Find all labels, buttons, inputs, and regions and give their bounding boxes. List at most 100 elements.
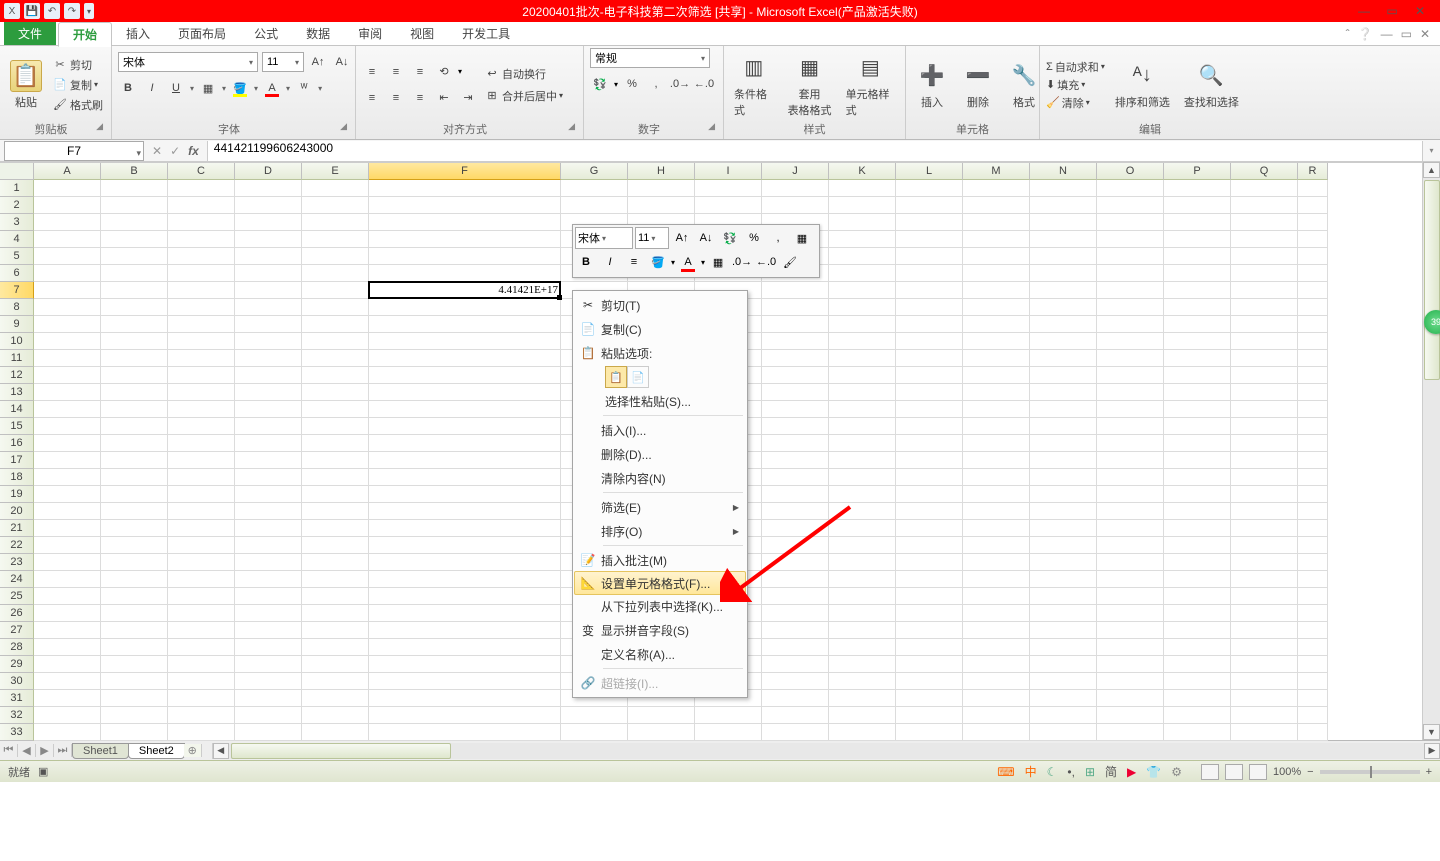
cancel-formula-icon[interactable]: ✕ (152, 144, 162, 158)
cell[interactable] (235, 231, 302, 248)
cell[interactable] (896, 265, 963, 282)
cell[interactable] (168, 282, 235, 299)
mini-border-icon[interactable]: ▦ (791, 227, 813, 249)
ime-moon-icon[interactable]: ☾ (1044, 765, 1061, 779)
cell[interactable] (762, 282, 829, 299)
row-header[interactable]: 9 (0, 316, 34, 333)
cell[interactable] (302, 401, 369, 418)
cell[interactable] (235, 656, 302, 673)
cell[interactable] (963, 605, 1030, 622)
cell[interactable] (896, 588, 963, 605)
cell[interactable] (1231, 197, 1298, 214)
cell[interactable] (235, 724, 302, 741)
cell[interactable] (1231, 248, 1298, 265)
cell[interactable] (369, 639, 561, 656)
cell[interactable] (829, 333, 896, 350)
align-right-icon[interactable]: ≡ (410, 88, 430, 108)
undo-icon[interactable]: ↶ (44, 3, 60, 19)
cell[interactable] (34, 316, 101, 333)
cell[interactable] (101, 588, 168, 605)
cell[interactable] (1298, 469, 1328, 486)
cell[interactable] (369, 622, 561, 639)
cell[interactable] (1097, 503, 1164, 520)
number-launcher-icon[interactable]: ◢ (708, 121, 715, 132)
delete-cells-button[interactable]: ➖删除 (958, 58, 998, 112)
cell[interactable] (963, 231, 1030, 248)
cell[interactable] (896, 707, 963, 724)
cell[interactable] (1164, 452, 1231, 469)
cell[interactable] (829, 350, 896, 367)
cell[interactable] (762, 537, 829, 554)
cell[interactable] (168, 656, 235, 673)
cell[interactable] (235, 520, 302, 537)
cell[interactable] (1164, 418, 1231, 435)
cell[interactable] (896, 520, 963, 537)
cell[interactable] (302, 605, 369, 622)
cell[interactable] (1298, 435, 1328, 452)
cell[interactable] (1097, 707, 1164, 724)
cell[interactable] (1097, 231, 1164, 248)
cell[interactable] (369, 690, 561, 707)
cell[interactable] (762, 588, 829, 605)
cell[interactable] (896, 503, 963, 520)
cell[interactable] (1298, 214, 1328, 231)
cell[interactable] (1164, 656, 1231, 673)
expand-formula-icon[interactable]: ▾ (1422, 141, 1440, 161)
merge-center-button[interactable]: ⊞合并后居中▾ (484, 88, 563, 104)
cell[interactable] (829, 537, 896, 554)
cut-button[interactable]: 剪切 (52, 57, 103, 73)
cell[interactable] (1030, 656, 1097, 673)
cell[interactable] (963, 197, 1030, 214)
cell[interactable] (168, 588, 235, 605)
cell[interactable] (896, 418, 963, 435)
mini-currency-icon[interactable]: 💱 (719, 227, 741, 249)
cell[interactable] (762, 503, 829, 520)
cell[interactable] (369, 231, 561, 248)
hscroll-thumb[interactable] (231, 743, 451, 759)
cell[interactable] (829, 282, 896, 299)
cell[interactable] (369, 656, 561, 673)
cell[interactable] (1097, 571, 1164, 588)
cell[interactable] (1097, 333, 1164, 350)
cell[interactable] (168, 265, 235, 282)
mini-decdec-icon[interactable]: ←.0 (755, 251, 777, 273)
comma-icon[interactable]: , (646, 74, 666, 94)
cell[interactable] (34, 554, 101, 571)
cell[interactable] (34, 605, 101, 622)
cell[interactable] (829, 231, 896, 248)
cell[interactable] (302, 571, 369, 588)
cell[interactable] (101, 673, 168, 690)
cell[interactable] (168, 384, 235, 401)
cell[interactable] (1164, 520, 1231, 537)
cell[interactable] (1030, 231, 1097, 248)
cell[interactable] (1231, 452, 1298, 469)
cell[interactable] (235, 639, 302, 656)
cell[interactable] (34, 180, 101, 197)
zoom-slider[interactable] (1320, 770, 1420, 774)
cell[interactable] (235, 469, 302, 486)
cell[interactable] (762, 435, 829, 452)
cell[interactable] (829, 469, 896, 486)
tab-review[interactable]: 审阅 (344, 22, 396, 45)
cell[interactable] (1097, 180, 1164, 197)
cell[interactable] (628, 197, 695, 214)
cell[interactable] (1030, 673, 1097, 690)
cell[interactable] (1298, 707, 1328, 724)
cell[interactable] (896, 622, 963, 639)
cell[interactable] (963, 554, 1030, 571)
cell[interactable] (829, 673, 896, 690)
cell[interactable] (829, 248, 896, 265)
row-header[interactable]: 14 (0, 401, 34, 418)
cell[interactable] (235, 622, 302, 639)
cell[interactable] (369, 435, 561, 452)
ctx-item[interactable]: 排序(O) (575, 519, 745, 543)
cell[interactable] (561, 180, 628, 197)
cell[interactable] (1298, 401, 1328, 418)
cell[interactable] (34, 435, 101, 452)
cell[interactable] (302, 486, 369, 503)
mini-bold-icon[interactable]: B (575, 251, 597, 273)
cell[interactable] (1097, 452, 1164, 469)
tab-formula[interactable]: 公式 (240, 22, 292, 45)
cell[interactable] (1097, 197, 1164, 214)
cell[interactable] (1097, 435, 1164, 452)
